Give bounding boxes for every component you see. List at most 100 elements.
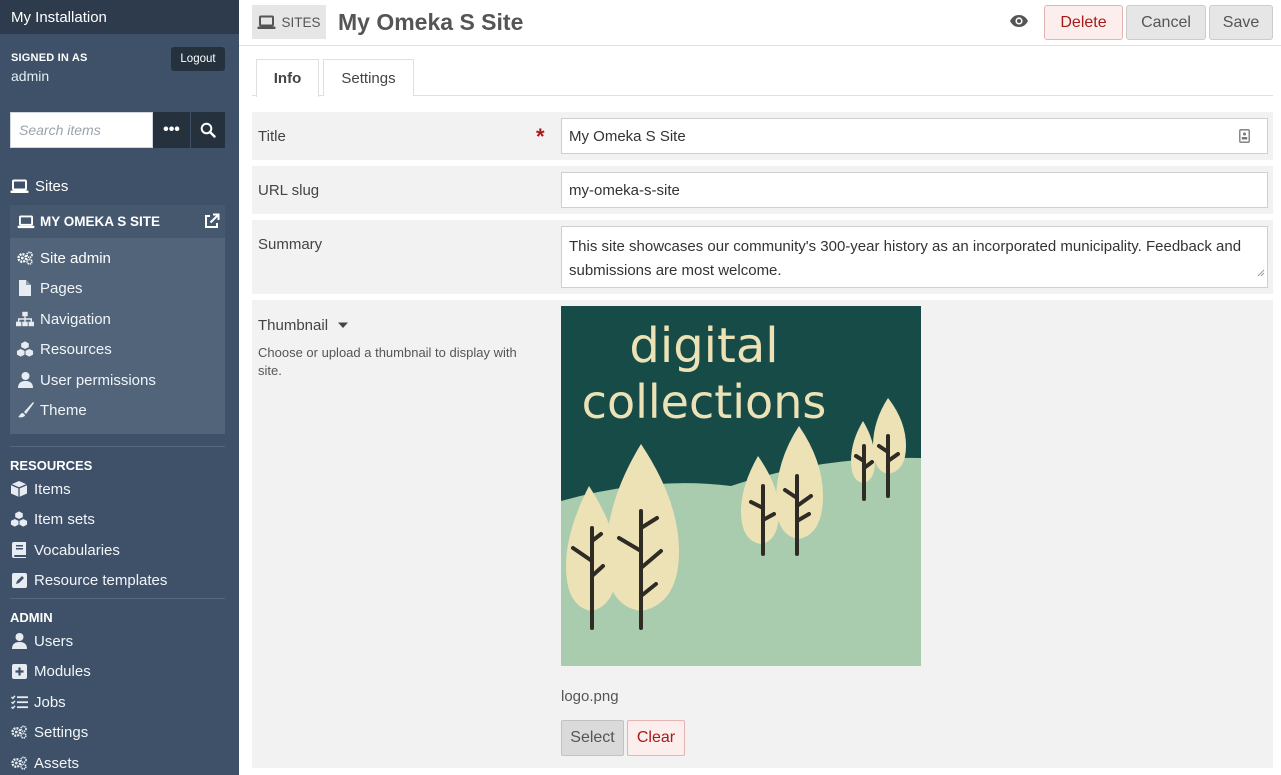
- laptop-icon: [17, 214, 35, 228]
- sidebar-item-label: Users: [34, 632, 74, 650]
- title-input[interactable]: My Omeka S Site: [561, 118, 1268, 154]
- thumbnail-field-row: Thumbnail Choose or upload a thumbnail t…: [252, 300, 1273, 768]
- sidebar-item-sites[interactable]: Sites: [10, 175, 68, 197]
- site-nav-label: Theme: [40, 401, 87, 419]
- save-button[interactable]: Save: [1209, 5, 1273, 40]
- sidebar-item-resource-templates[interactable]: Resource templates: [10, 569, 167, 591]
- advanced-search-button[interactable]: •••: [153, 112, 190, 148]
- slug-field-row: URL slug my-omeka-s-site: [252, 166, 1273, 214]
- summary-label: Summary: [258, 236, 323, 253]
- gears-icon: [10, 724, 28, 740]
- select-thumbnail-button[interactable]: Select: [561, 720, 624, 756]
- thumbnail-image-text-2: collections: [582, 375, 827, 429]
- resize-handle-icon[interactable]: [1257, 261, 1265, 285]
- current-site-heading[interactable]: MY OMEKA S SITE: [10, 205, 225, 238]
- sidebar-divider: [10, 446, 225, 447]
- user-block: SIGNED IN AS admin Logout: [0, 34, 239, 96]
- search-input[interactable]: Search items: [10, 112, 153, 148]
- site-nav-navigation[interactable]: Navigation: [16, 308, 111, 330]
- slug-label: URL slug: [258, 182, 320, 199]
- search-button[interactable]: [190, 112, 225, 148]
- sidebar-item-items[interactable]: Items: [10, 478, 71, 500]
- sidebar-item-settings[interactable]: Settings: [10, 721, 88, 743]
- current-site-name: MY OMEKA S SITE: [40, 214, 161, 229]
- tab-settings[interactable]: Settings: [323, 59, 414, 96]
- slug-input-value: my-omeka-s-site: [569, 181, 680, 199]
- gears-icon: [10, 755, 28, 771]
- sidebar-item-users[interactable]: Users: [10, 630, 73, 652]
- search-bar: Search items •••: [10, 112, 225, 148]
- external-link-icon[interactable]: [203, 213, 220, 233]
- sidebar-item-label: Resource templates: [34, 571, 168, 589]
- page-title: My Omeka S Site: [338, 9, 524, 35]
- cubes-icon: [10, 511, 28, 527]
- clear-thumbnail-button[interactable]: Clear: [627, 720, 685, 756]
- sidebar-item-label: Items: [34, 480, 71, 498]
- plus-square-icon: [10, 663, 28, 679]
- site-nav-site-admin[interactable]: Site admin: [16, 247, 111, 269]
- title-label: Title: [258, 128, 286, 145]
- thumbnail-filename: logo.png: [561, 688, 619, 705]
- sidebar-item-label: Sites: [35, 177, 69, 195]
- summary-textarea[interactable]: This site showcases our community's 300-…: [561, 226, 1268, 288]
- thumbnail-image: digital collections: [561, 306, 921, 666]
- sidebar-item-label: Settings: [34, 723, 89, 741]
- site-nav-theme[interactable]: Theme: [16, 399, 87, 421]
- thumbnail-label-toggle[interactable]: Thumbnail: [258, 317, 350, 334]
- site-nav-pages[interactable]: Pages: [16, 277, 83, 299]
- site-nav-label: Resources: [40, 340, 112, 358]
- section-tabs: Info Settings: [252, 59, 1273, 97]
- sidebar-item-vocabularies[interactable]: Vocabularies: [10, 539, 120, 561]
- search-icon: [200, 122, 216, 138]
- site-nav-label: Navigation: [40, 310, 111, 328]
- paintbrush-icon: [16, 402, 34, 418]
- gears-icon: [16, 250, 34, 266]
- sidebar-item-label: Item sets: [34, 510, 95, 528]
- sidebar-item-jobs[interactable]: Jobs: [10, 691, 66, 713]
- title-field-row: Title * My Omeka S Site: [252, 112, 1273, 160]
- sidebar-item-item-sets[interactable]: Item sets: [10, 508, 95, 530]
- eye-icon[interactable]: [1009, 14, 1029, 33]
- user-icon: [16, 372, 34, 388]
- book-icon: [10, 542, 28, 558]
- sidebar-item-label: Modules: [34, 662, 91, 680]
- sidebar-item-label: Jobs: [34, 693, 66, 711]
- installation-title[interactable]: My Installation: [0, 0, 239, 34]
- admin-heading: ADMIN: [10, 610, 53, 625]
- cancel-button[interactable]: Cancel: [1126, 5, 1206, 40]
- site-nav-label: User permissions: [40, 371, 156, 389]
- delete-button[interactable]: Delete: [1044, 5, 1123, 40]
- tab-info[interactable]: Info: [256, 59, 319, 97]
- page-header: SITES My Omeka S Site Delete Cancel Save: [239, 0, 1281, 46]
- sidebar-item-label: Assets: [34, 754, 80, 772]
- file-icon: [16, 280, 34, 296]
- sidebar-item-assets[interactable]: Assets: [10, 752, 79, 774]
- slug-input[interactable]: my-omeka-s-site: [561, 172, 1268, 208]
- breadcrumb[interactable]: SITES: [252, 5, 326, 39]
- resources-heading: RESOURCES: [10, 458, 93, 473]
- breadcrumb-label: SITES: [281, 14, 321, 30]
- required-marker: *: [536, 124, 545, 149]
- user-icon: [10, 633, 28, 649]
- sidebar: My Installation SIGNED IN AS admin Logou…: [0, 0, 239, 775]
- caret-down-icon: [336, 317, 350, 334]
- site-nav-label: Pages: [40, 279, 83, 297]
- summary-value: This site showcases our community's 300-…: [569, 238, 1242, 279]
- sidebar-item-modules[interactable]: Modules: [10, 660, 91, 682]
- list-icon: [10, 695, 28, 709]
- site-nav-resources[interactable]: Resources: [16, 338, 112, 360]
- site-nav-label: Site admin: [40, 249, 111, 267]
- logout-button[interactable]: Logout: [171, 47, 225, 71]
- title-input-value: My Omeka S Site: [569, 127, 686, 145]
- thumbnail-label: Thumbnail: [258, 317, 329, 334]
- laptop-icon: [257, 15, 276, 29]
- thumbnail-image-text-1: digital: [629, 318, 778, 374]
- cube-icon: [10, 481, 28, 497]
- laptop-icon: [10, 179, 29, 193]
- sitemap-icon: [16, 311, 34, 327]
- summary-field-row: Summary This site showcases our communit…: [252, 220, 1273, 294]
- current-site-panel: MY OMEKA S SITE Site admin Pages Navigat…: [10, 205, 225, 434]
- site-nav-user-permissions[interactable]: User permissions: [16, 369, 156, 391]
- thumbnail-help-text: Choose or upload a thumbnail to display …: [258, 345, 517, 378]
- id-card-icon: [1239, 129, 1250, 147]
